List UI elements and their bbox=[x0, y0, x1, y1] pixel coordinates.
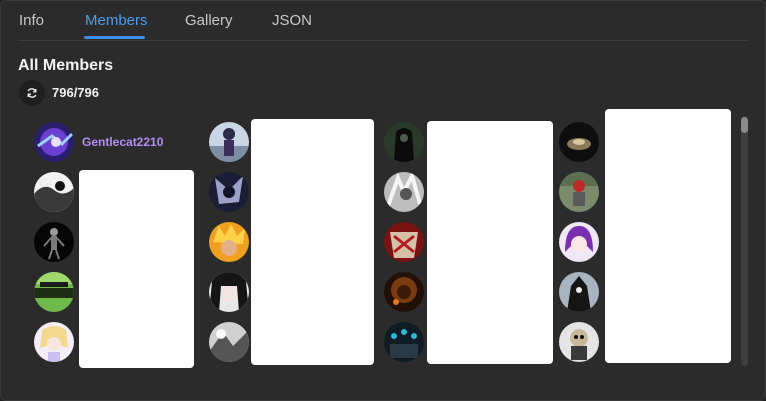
member-avatar[interactable] bbox=[384, 322, 424, 362]
member-avatar[interactable] bbox=[559, 122, 599, 162]
member-grid: Gentlecat2210 bbox=[0, 0, 766, 401]
member-avatar[interactable] bbox=[34, 272, 74, 312]
member-avatar[interactable] bbox=[209, 322, 249, 362]
member-avatar[interactable] bbox=[34, 222, 74, 262]
member-avatar[interactable] bbox=[209, 272, 249, 312]
member-avatar[interactable] bbox=[559, 272, 599, 312]
member-avatar[interactable] bbox=[34, 172, 74, 212]
member-avatar[interactable] bbox=[209, 122, 249, 162]
member-avatar[interactable] bbox=[34, 322, 74, 362]
member-card-placeholder bbox=[251, 119, 374, 365]
scrollbar-track[interactable] bbox=[741, 116, 748, 366]
member-avatar[interactable] bbox=[559, 172, 599, 212]
member-avatar[interactable] bbox=[384, 122, 424, 162]
member-card-placeholder bbox=[427, 121, 553, 364]
scrollbar-thumb[interactable] bbox=[741, 117, 748, 133]
member-card-placeholder bbox=[605, 109, 731, 363]
member-name[interactable]: Gentlecat2210 bbox=[82, 135, 163, 149]
member-avatar[interactable] bbox=[384, 172, 424, 212]
member-avatar[interactable] bbox=[384, 272, 424, 312]
member-avatar[interactable] bbox=[384, 222, 424, 262]
member-card-placeholder bbox=[79, 170, 194, 368]
member-avatar[interactable] bbox=[34, 122, 74, 162]
member-avatar[interactable] bbox=[209, 172, 249, 212]
member-avatar[interactable] bbox=[209, 222, 249, 262]
member-avatar[interactable] bbox=[559, 222, 599, 262]
member-avatar[interactable] bbox=[559, 322, 599, 362]
